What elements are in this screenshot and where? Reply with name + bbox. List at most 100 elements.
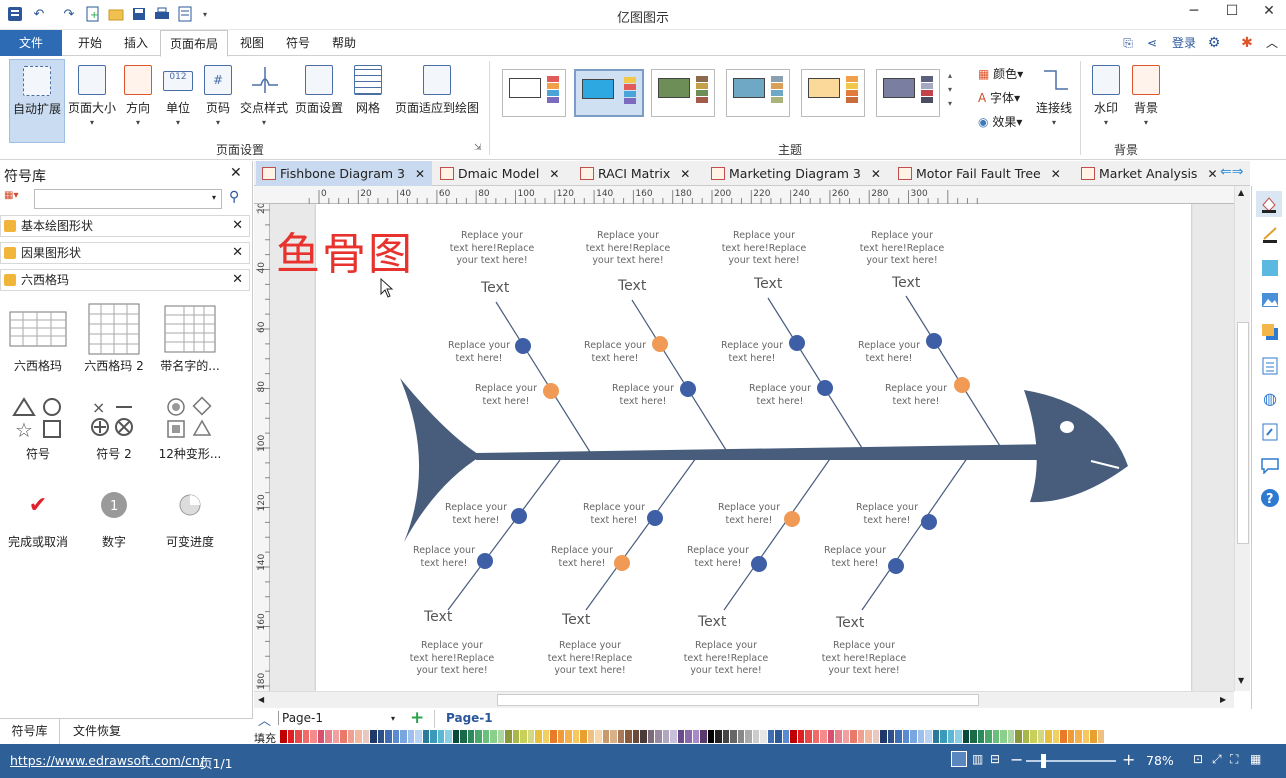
cause-caption[interactable]: Replace your text here! <box>689 502 809 527</box>
color-swatch[interactable] <box>745 730 753 743</box>
color-swatch[interactable] <box>317 730 325 743</box>
globe-icon[interactable]: ◍ <box>1260 388 1280 408</box>
color-swatch[interactable] <box>520 730 528 743</box>
login-link[interactable]: 登录 <box>1168 30 1200 56</box>
tab-motor-fail-fault-tree[interactable]: Motor Fail Fault Tree ✕ <box>892 161 1074 186</box>
cause-caption[interactable]: Replace your text here! <box>416 502 536 527</box>
menu-file[interactable]: 文件 <box>0 30 62 56</box>
tab-scroll-arrows-icon[interactable]: ⇐⇒ <box>1220 164 1243 180</box>
library-basic-shapes[interactable]: 基本绘图形状 ✕ <box>0 215 250 237</box>
color-swatch[interactable] <box>1082 730 1090 743</box>
color-swatch[interactable] <box>302 730 310 743</box>
background-button[interactable]: 背景 ▾ <box>1128 59 1164 143</box>
color-swatch[interactable] <box>505 730 513 743</box>
color-swatch[interactable] <box>595 730 603 743</box>
menu-page-layout[interactable]: 页面布局 <box>160 30 228 57</box>
color-swatch[interactable] <box>932 730 940 743</box>
color-swatch[interactable] <box>1045 730 1053 743</box>
library-six-sigma[interactable]: 六西格玛 ✕ <box>0 269 250 291</box>
panel-close-icon[interactable]: ✕ <box>230 165 242 181</box>
library-cause-effect[interactable]: 因果图形状 ✕ <box>0 242 250 264</box>
connector-button[interactable]: 连接线 ▾ <box>1032 59 1076 143</box>
color-swatch[interactable] <box>565 730 573 743</box>
color-swatch[interactable] <box>550 730 558 743</box>
share-screen-icon[interactable]: ⎘ <box>1118 30 1138 56</box>
color-swatch[interactable] <box>775 730 783 743</box>
color-swatch[interactable] <box>392 730 400 743</box>
cause-caption[interactable]: Replace your text here! <box>555 340 675 365</box>
tab-close-icon[interactable]: ✕ <box>1207 167 1217 181</box>
tab-dmaic-model[interactable]: Dmaic Model ✕ <box>434 161 574 186</box>
color-swatch[interactable] <box>332 730 340 743</box>
dialog-launcher-icon[interactable]: ⇲ <box>474 143 482 153</box>
full-screen-icon[interactable]: ⛶ <box>1230 752 1238 767</box>
zoom-out-button[interactable]: − <box>1010 750 1023 769</box>
collapse-ribbon-icon[interactable]: ︿ <box>1262 30 1282 56</box>
color-swatch[interactable] <box>992 730 1000 743</box>
color-swatch[interactable] <box>587 730 595 743</box>
color-swatch[interactable] <box>400 730 408 743</box>
color-swatch[interactable] <box>572 730 580 743</box>
layers-icon[interactable] <box>1260 322 1280 342</box>
color-swatch[interactable] <box>512 730 520 743</box>
cause-caption[interactable]: Replace your text here! <box>522 545 642 570</box>
grid-button[interactable]: 网格 <box>350 59 386 143</box>
symbol-search-input[interactable] <box>34 189 222 209</box>
page-list-icon[interactable] <box>1260 356 1280 376</box>
cause-caption[interactable]: Replace your text here! <box>795 545 915 570</box>
color-swatch[interactable] <box>842 730 850 743</box>
top-caption[interactable]: Replace your text here!Replace your text h… <box>842 230 962 268</box>
color-swatch[interactable] <box>407 730 415 743</box>
color-swatch[interactable] <box>490 730 498 743</box>
cause-caption[interactable]: Replace your text here! <box>419 340 539 365</box>
branch-label[interactable]: Text <box>698 614 726 630</box>
color-swatch[interactable] <box>602 730 610 743</box>
color-swatch[interactable] <box>347 730 355 743</box>
color-swatch[interactable] <box>782 730 790 743</box>
cause-caption[interactable]: Replace your text here! <box>446 383 566 408</box>
fit-page-icon[interactable]: ⊡ <box>1193 752 1203 766</box>
color-swatch[interactable] <box>947 730 955 743</box>
shape-six-sigma-2[interactable]: 六西格玛 2 <box>76 301 152 374</box>
vertical-scroll-thumb[interactable] <box>1237 322 1249 544</box>
shadow-icon[interactable] <box>1260 258 1280 278</box>
shape-done-cancel[interactable]: ✔ 完成或取消 <box>0 477 76 550</box>
zoom-slider-thumb[interactable] <box>1041 754 1046 768</box>
color-swatch[interactable] <box>362 730 370 743</box>
share-icon[interactable]: ⋖ <box>1142 30 1162 56</box>
bottom-caption[interactable]: Replace your text here!Replace your text h… <box>392 640 512 678</box>
color-swatch[interactable] <box>1090 730 1098 743</box>
search-dropdown-icon[interactable]: ▾ <box>212 193 216 202</box>
color-swatch[interactable] <box>625 730 633 743</box>
color-swatch[interactable] <box>580 730 588 743</box>
search-icon[interactable]: ⚲ <box>229 189 239 205</box>
menu-home[interactable]: 开始 <box>72 30 108 56</box>
color-swatch[interactable] <box>790 730 798 743</box>
tab-raci-matrix[interactable]: RACI Matrix ✕ <box>574 161 704 186</box>
color-swatch[interactable] <box>940 730 948 743</box>
color-swatch[interactable] <box>355 730 363 743</box>
color-swatch[interactable] <box>1060 730 1068 743</box>
theme-3[interactable] <box>651 69 715 117</box>
color-swatch[interactable] <box>647 730 655 743</box>
color-swatch[interactable] <box>685 730 693 743</box>
branch-label[interactable]: Text <box>481 280 509 296</box>
color-swatch[interactable] <box>640 730 648 743</box>
color-swatch[interactable] <box>1000 730 1008 743</box>
page-select-dropdown-icon[interactable]: ▾ <box>391 714 395 723</box>
color-swatch[interactable] <box>985 730 993 743</box>
branch-label[interactable]: Text <box>618 278 646 294</box>
color-swatch[interactable] <box>805 730 813 743</box>
color-swatch[interactable] <box>385 730 393 743</box>
branch-label[interactable]: Text <box>754 276 782 292</box>
top-caption[interactable]: Replace your text here!Replace your text h… <box>704 230 824 268</box>
normal-view-icon[interactable] <box>951 751 967 767</box>
shape-symbols-2[interactable]: × 符号 2 <box>76 389 152 462</box>
presentation-view-icon[interactable]: ⊟ <box>990 752 1000 766</box>
color-swatch[interactable] <box>295 730 303 743</box>
color-swatch[interactable] <box>730 730 738 743</box>
color-swatch[interactable] <box>370 730 378 743</box>
watermark-button[interactable]: 水印 ▾ <box>1088 59 1124 143</box>
color-swatch[interactable] <box>340 730 348 743</box>
color-swatch[interactable] <box>1030 730 1038 743</box>
